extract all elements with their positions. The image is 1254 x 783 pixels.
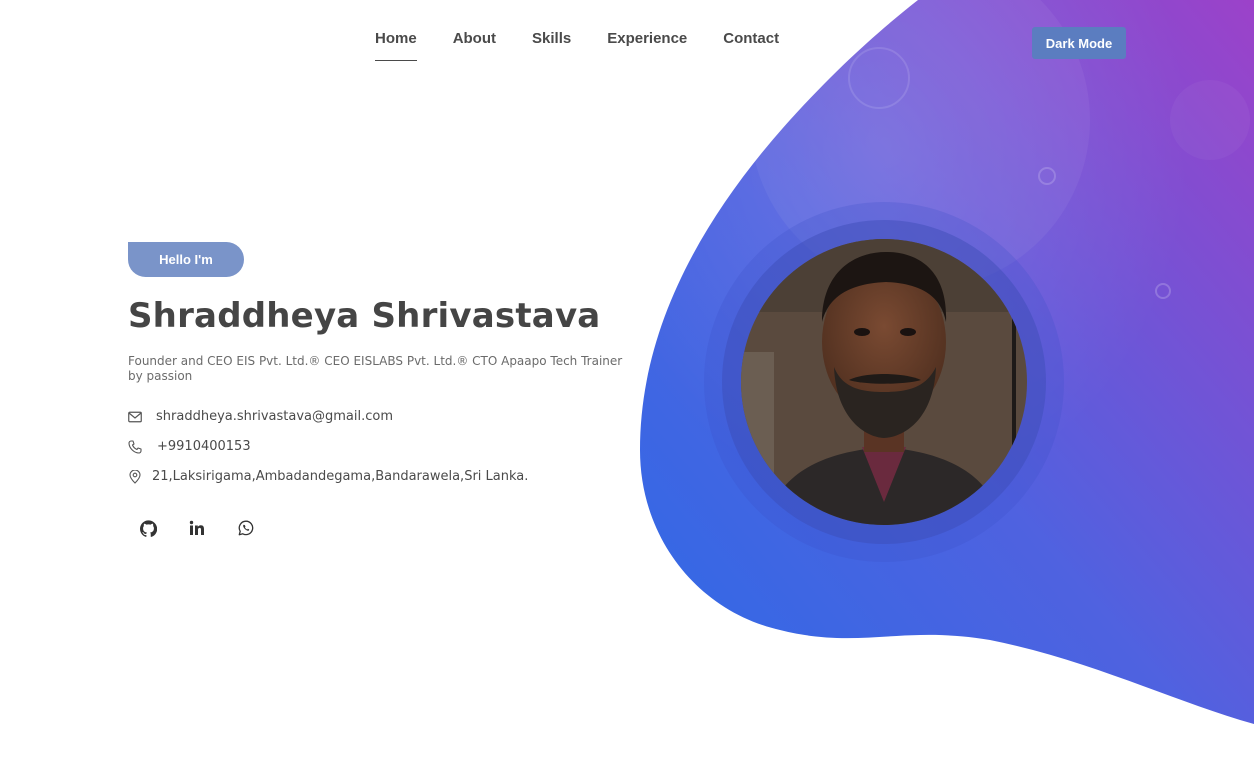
dark-mode-button[interactable]: Dark Mode [1032, 27, 1126, 59]
phone-row: +9910400153 [128, 439, 251, 454]
nav-skills[interactable]: Skills [532, 30, 571, 61]
nav-experience[interactable]: Experience [607, 30, 687, 61]
person-name: Shraddheya Shrivastava [128, 296, 601, 336]
address-text: 21,Laksirigama,Ambadandegama,Bandarawela… [152, 469, 529, 484]
portfolio-page: Home About Skills Experience Contact Dar… [0, 0, 1254, 783]
nav-about[interactable]: About [453, 30, 496, 61]
phone-icon [128, 439, 142, 454]
social-links [138, 518, 256, 538]
map-pin-icon [128, 469, 142, 484]
greeting-badge: Hello I'm [128, 242, 244, 277]
email-text[interactable]: shraddheya.shrivastava@gmail.com [156, 409, 393, 424]
profile-avatar [704, 202, 1064, 562]
profile-photo [704, 202, 1064, 562]
hero-gradient-blob [640, 0, 1254, 724]
github-icon[interactable] [138, 518, 158, 538]
nav-contact[interactable]: Contact [723, 30, 779, 61]
linkedin-icon[interactable] [187, 518, 207, 538]
email-row: shraddheya.shrivastava@gmail.com [128, 409, 393, 424]
nav-home[interactable]: Home [375, 30, 417, 61]
phone-text[interactable]: +9910400153 [157, 439, 251, 454]
envelope-icon [128, 410, 142, 424]
person-tagline: Founder and CEO EIS Pvt. Ltd.® CEO EISLA… [128, 354, 623, 383]
main-nav: Home About Skills Experience Contact [375, 30, 779, 61]
whatsapp-icon[interactable] [236, 518, 256, 538]
address-row: 21,Laksirigama,Ambadandegama,Bandarawela… [128, 469, 528, 484]
